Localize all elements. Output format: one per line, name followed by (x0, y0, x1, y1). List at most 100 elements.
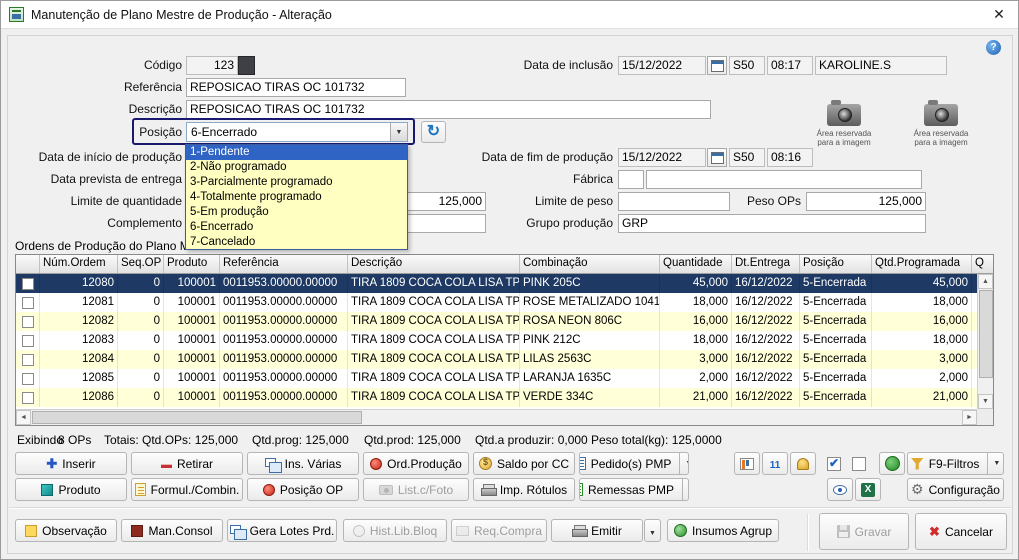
cell-seq: 0 (118, 350, 164, 369)
posicao-refresh-button[interactable] (421, 121, 446, 143)
fabrica-code-field[interactable] (618, 170, 644, 189)
data-inclusao-calendar-button[interactable] (707, 56, 727, 75)
fabrica-name-field[interactable] (646, 170, 922, 189)
data-inclusao-date-field[interactable]: 15/12/2022 (618, 56, 706, 75)
posicao-combobox[interactable]: 6-Encerrado (186, 122, 408, 142)
row-checkbox[interactable] (22, 335, 34, 347)
column-header-8[interactable]: Dt.Entrega (732, 255, 800, 273)
globe-icon-button[interactable] (879, 452, 905, 475)
column-header-3[interactable]: Produto (164, 255, 220, 273)
remessas-pmp-dropdown-arrow[interactable] (682, 479, 689, 500)
column-header-5[interactable]: Descrição (348, 255, 520, 273)
imp-rotulos-button[interactable]: Imp. Rótulos (473, 478, 575, 501)
data-fim-calendar-button[interactable] (707, 148, 727, 167)
posicao-dropdown-button[interactable] (390, 123, 407, 141)
image-area-caption: Área reservada para a imagem (908, 129, 974, 147)
column-header-9[interactable]: Posição (800, 255, 872, 273)
gera-lotes-button[interactable]: Gera Lotes Prd. (227, 519, 337, 542)
eye-icon-button[interactable] (827, 478, 853, 501)
posicao-option[interactable]: 3-Parcialmente programado (186, 175, 407, 190)
f9-filtros-dropdown-arrow[interactable] (987, 453, 1000, 474)
posicao-op-button[interactable]: Posição OP (247, 478, 359, 501)
ins-varias-button[interactable]: Ins. Várias (247, 452, 359, 475)
row-checkbox[interactable] (22, 354, 34, 366)
column-header-0[interactable] (16, 255, 40, 273)
ord-producao-button[interactable]: Ord.Produção (363, 452, 469, 475)
posicao-option[interactable]: 6-Encerrado (186, 220, 407, 235)
cell-quantidade: 18,000 (660, 331, 732, 350)
row-checkbox[interactable] (22, 316, 34, 328)
saldo-cc-button[interactable]: Saldo por CC (473, 452, 575, 475)
pedidos-pmp-dropdown-arrow[interactable] (679, 453, 689, 474)
column-header-6[interactable]: Combinação (520, 255, 660, 273)
emitir-button[interactable]: Emitir (551, 519, 643, 542)
referencia-field[interactable]: REPOSICAO TIRAS OC 101732 (186, 78, 406, 97)
f9-filtros-button[interactable]: F9-Filtros (907, 452, 1004, 475)
posicao-option[interactable]: 4-Totalmente programado (186, 190, 407, 205)
bell-icon-button[interactable] (790, 452, 816, 475)
observacao-button[interactable]: Observação (15, 519, 117, 542)
horizontal-scroll-thumb[interactable] (32, 411, 362, 424)
posicao-dropdown-list[interactable]: 1-Pendente2-Não programado3-Parcialmente… (185, 144, 408, 250)
codigo-lookup-button[interactable] (238, 56, 255, 75)
retirar-button[interactable]: Retirar (131, 452, 243, 475)
scroll-down-button[interactable] (978, 394, 993, 409)
posicao-option[interactable]: 1-Pendente (186, 145, 407, 160)
emitir-dropdown-button[interactable] (644, 519, 661, 542)
column-header-10[interactable]: Qtd.Programada (872, 255, 972, 273)
close-icon[interactable]: ✕ (988, 6, 1010, 23)
scroll-up-button[interactable] (978, 274, 993, 289)
table-row[interactable]: 1208001000010011953.00000.00000TIRA 1809… (16, 274, 977, 293)
grid-vertical-scrollbar[interactable] (977, 274, 993, 409)
table-row[interactable]: 1208301000010011953.00000.00000TIRA 1809… (16, 331, 977, 350)
remessas-pmp-button[interactable]: Remessas PMP (579, 478, 689, 501)
man-consol-button[interactable]: Man.Consol (121, 519, 223, 542)
column-header-1[interactable]: Núm.Ordem (40, 255, 118, 273)
grupo-producao-field[interactable]: GRP (618, 214, 926, 233)
table-row[interactable]: 1208401000010011953.00000.00000TIRA 1809… (16, 350, 977, 369)
scroll-right-button[interactable] (962, 410, 977, 425)
cell-descricao: TIRA 1809 COCA COLA LISA TPU (348, 369, 520, 388)
table-row[interactable]: 1208601000010011953.00000.00000TIRA 1809… (16, 388, 977, 407)
scroll-left-button[interactable] (16, 410, 31, 425)
posicao-option[interactable]: 7-Cancelado (186, 235, 407, 250)
cell-qtd_programada: 18,000 (872, 293, 972, 312)
row-checkbox[interactable] (22, 392, 34, 404)
produto-button[interactable]: Produto (15, 478, 127, 501)
cell-qtd_programada: 18,000 (872, 331, 972, 350)
posicao-option[interactable]: 2-Não programado (186, 160, 407, 175)
inserir-button[interactable]: Inserir (15, 452, 127, 475)
info-11-icon-button[interactable] (762, 452, 788, 475)
descricao-field[interactable]: REPOSICAO TIRAS OC 101732 (186, 100, 711, 119)
image-area-2[interactable]: Área reservada para a imagem (903, 101, 979, 163)
table-row[interactable]: 1208501000010011953.00000.00000TIRA 1809… (16, 369, 977, 388)
column-header-2[interactable]: Seq.OP (118, 255, 164, 273)
column-header-11[interactable]: Q (972, 255, 993, 273)
cancelar-button[interactable]: Cancelar (915, 513, 1007, 550)
image-area-1[interactable]: Área reservada para a imagem (806, 101, 882, 163)
row-checkbox[interactable] (22, 297, 34, 309)
vertical-scroll-thumb[interactable] (979, 290, 993, 378)
table-row[interactable]: 1208101000010011953.00000.00000TIRA 1809… (16, 293, 977, 312)
pedidos-pmp-button[interactable]: Pedido(s) PMP (579, 452, 689, 475)
excel-icon-button[interactable] (855, 478, 881, 501)
posicao-option[interactable]: 5-Em produção (186, 205, 407, 220)
column-header-7[interactable]: Quantidade (660, 255, 732, 273)
help-icon[interactable] (986, 40, 1001, 55)
checkbox-checked[interactable] (827, 457, 841, 471)
grid-horizontal-scrollbar[interactable] (16, 409, 977, 425)
plus-icon (46, 456, 57, 472)
peso-ops-field[interactable]: 125,000 (806, 192, 926, 211)
checkbox-unchecked[interactable] (852, 457, 866, 471)
row-checkbox[interactable] (22, 373, 34, 385)
formul-combin-button[interactable]: Formul./Combin. (131, 478, 243, 501)
row-checkbox[interactable] (22, 278, 34, 290)
codigo-field[interactable]: 123 (186, 56, 238, 75)
configuracao-button[interactable]: Configuração (907, 478, 1004, 501)
data-fim-date-field[interactable]: 15/12/2022 (618, 148, 706, 167)
table-row[interactable]: 1208201000010011953.00000.00000TIRA 1809… (16, 312, 977, 331)
insumos-agrup-button[interactable]: Insumos Agrup (667, 519, 779, 542)
column-header-4[interactable]: Referência (220, 255, 348, 273)
cards-icon-button[interactable] (734, 452, 760, 475)
cell-posicao: 5-Encerrada (800, 350, 872, 369)
